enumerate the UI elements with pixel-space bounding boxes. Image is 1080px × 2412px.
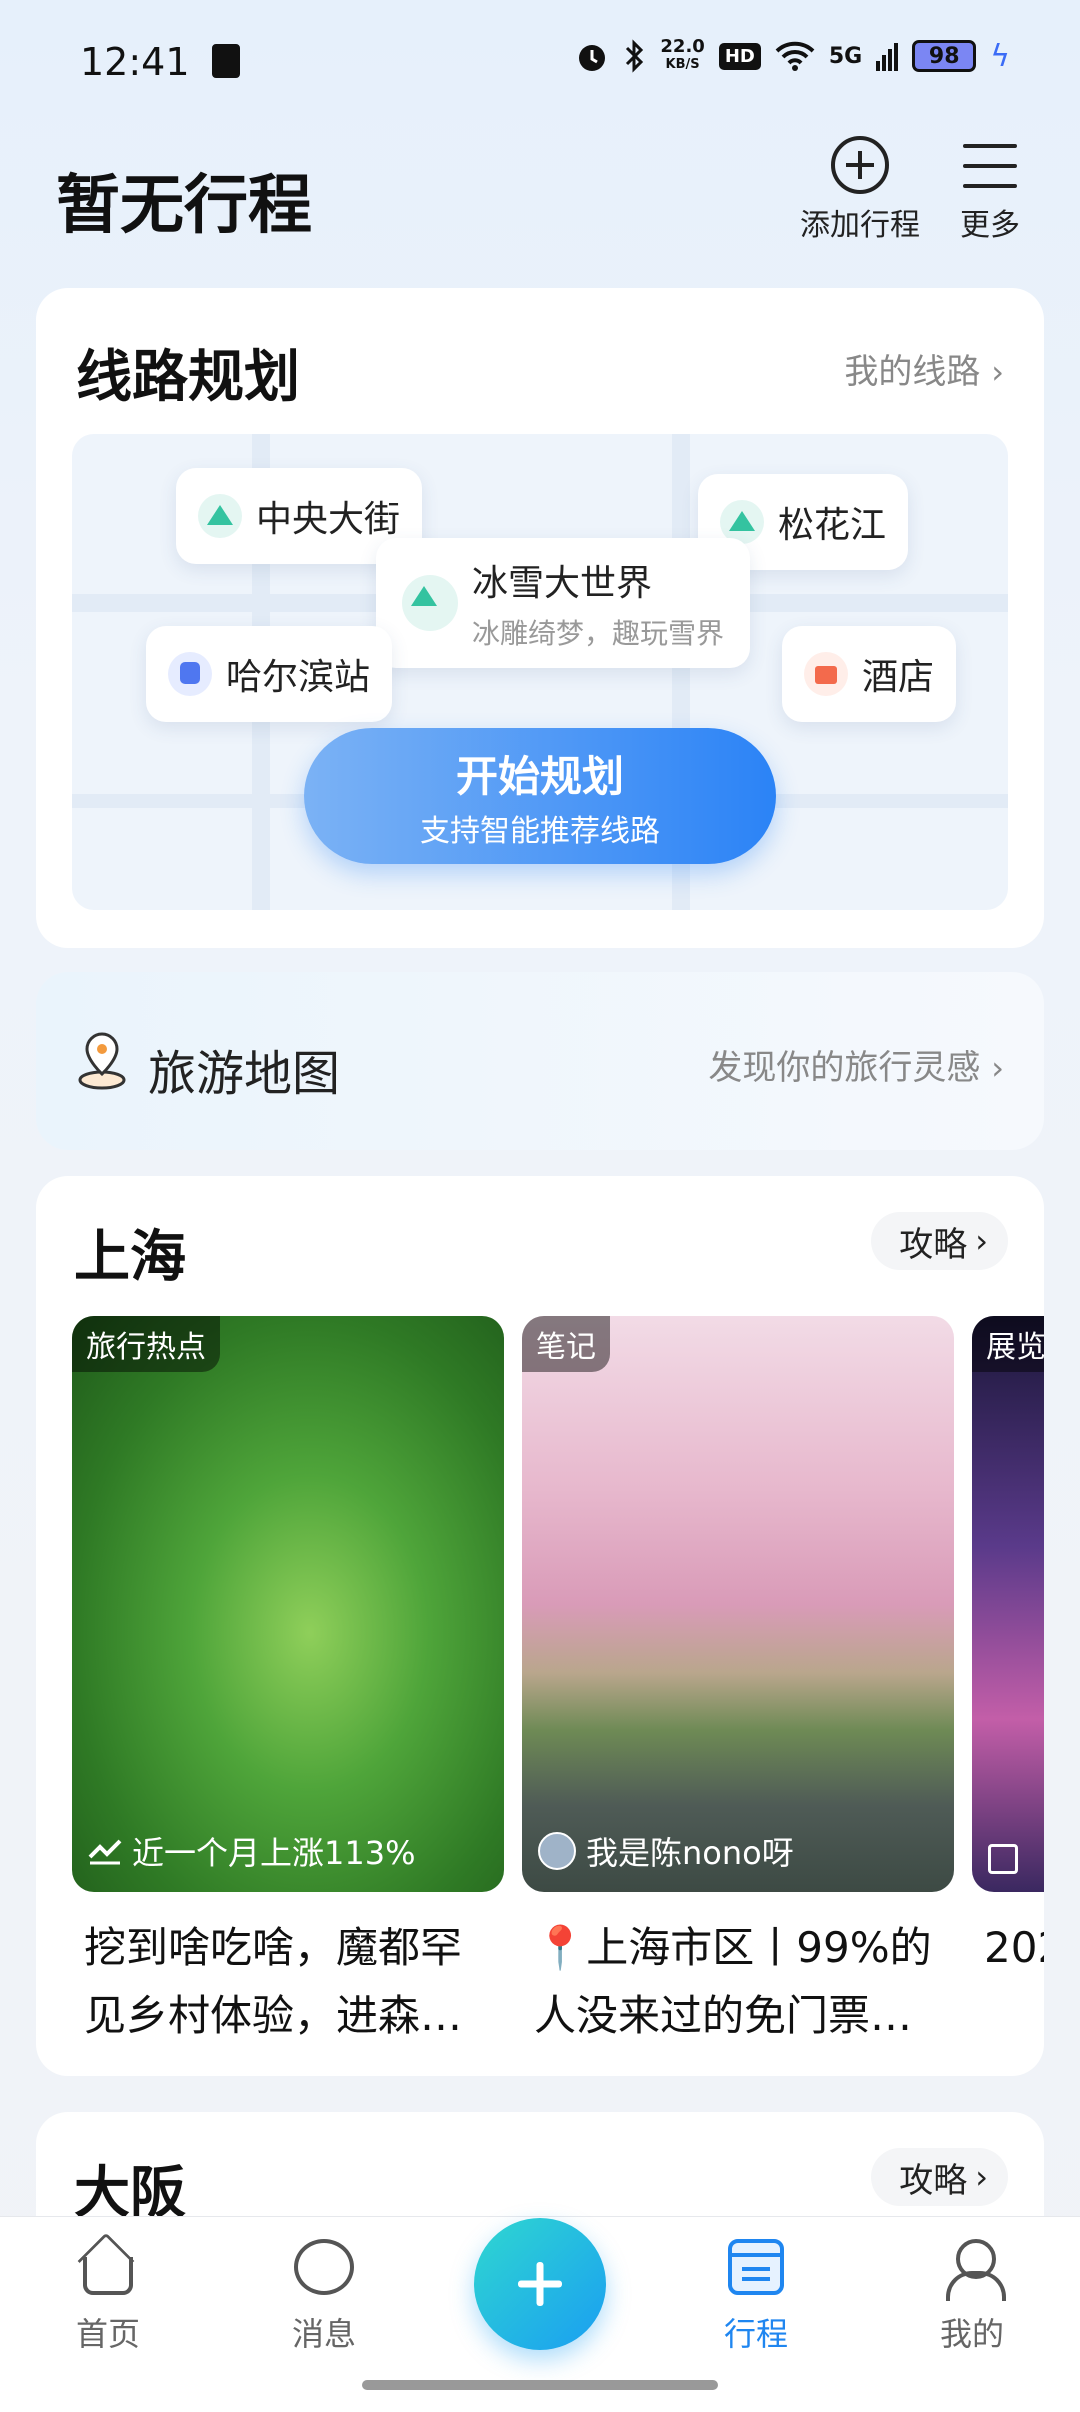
status-time: 12:41 <box>80 40 190 84</box>
more-button[interactable]: 更多 <box>960 136 1020 244</box>
alarm-icon <box>579 45 606 71</box>
hotel-icon <box>804 652 848 696</box>
tab-me[interactable]: 我的 <box>912 2239 1032 2355</box>
add-trip-label: 添加行程 <box>800 208 920 243</box>
feed-card[interactable]: 笔记 我是陈nono呀 📍上海市区丨99%的人没来过的免门票樱... <box>522 1316 954 2036</box>
tab-trips[interactable]: 行程 <box>696 2239 816 2355</box>
bluetooth-icon <box>626 39 644 73</box>
add-fab-button[interactable] <box>474 2218 606 2350</box>
tour-map-link[interactable]: 发现你的旅行灵感 › <box>708 1040 1004 1089</box>
message-icon <box>294 2239 354 2299</box>
pin-harbin-station[interactable]: 哈尔滨站 <box>146 626 393 722</box>
more-label: 更多 <box>960 208 1020 243</box>
net-speed: 22.0 KB/S <box>660 36 705 73</box>
feed-image: 旅行热点 近一个月上涨113% <box>72 1316 504 1892</box>
start-planning-button[interactable]: 开始规划 支持智能推荐线路 <box>304 728 776 864</box>
location-pin-icon <box>78 1032 126 1090</box>
page-header: 暂无行程 添加行程 更多 <box>0 124 1080 274</box>
tab-home[interactable]: 首页 <box>48 2239 168 2355</box>
feed-image: 展览 <box>972 1316 1044 1892</box>
home-icon <box>78 2239 138 2299</box>
feed-tag: 旅行热点 <box>72 1316 220 1372</box>
chevron-right-icon: › <box>991 353 1004 391</box>
scenic-spot-icon <box>402 575 458 631</box>
phone-icon <box>212 44 240 78</box>
content-feed: 旅行热点 近一个月上涨113% 挖到啥吃啥，魔都罕见乡村体验，进森林... 笔记… <box>72 1316 1044 2036</box>
city-name: 上海 <box>74 1225 186 1290</box>
menu-icon <box>963 144 1017 188</box>
chevron-right-icon: › <box>975 1222 988 1260</box>
add-trip-button[interactable]: 添加行程 <box>800 136 920 244</box>
plus-icon <box>518 2262 562 2306</box>
pin-hotel[interactable]: 酒店 <box>782 626 957 722</box>
feed-tag: 笔记 <box>522 1316 610 1372</box>
add-circle-icon <box>831 136 889 194</box>
chevron-right-icon: › <box>991 1049 1004 1087</box>
avatar <box>538 1832 576 1870</box>
feed-tag: 展览 <box>972 1316 1044 1372</box>
chevron-right-icon: › <box>975 2158 988 2196</box>
status-bar: 12:41 22.0 KB/S HD 5G 98 ϟ <box>0 0 1080 124</box>
charging-icon: ϟ <box>990 38 1010 74</box>
trend-info: 近一个月上涨113% <box>88 1828 416 1874</box>
author-info: 我是陈nono呀 <box>538 1828 794 1874</box>
calendar-icon <box>726 2239 786 2299</box>
status-icons: 22.0 KB/S HD 5G 98 ϟ <box>574 38 1010 74</box>
hd-badge: HD <box>718 42 761 70</box>
pin-ice-world[interactable]: 冰雪大世界 冰雕绮梦，趣玩雪界 <box>376 538 751 668</box>
user-icon <box>942 2239 1006 2301</box>
feed-title: 挖到啥吃啥，魔都罕见乡村体验，进森林... <box>84 1923 463 2036</box>
feed-title: 📍上海市区丨99%的人没来过的免门票樱... <box>534 1923 932 2036</box>
city-card-shanghai: 上海 攻略 › 旅行热点 近一个月上涨113% 挖到啥吃啥，魔都罕见乡村体验，进… <box>36 1176 1044 2076</box>
calendar-icon <box>988 1844 1018 1874</box>
feed-card[interactable]: 展览 202 <box>972 1316 1044 2036</box>
route-planning-title: 线路规划 <box>76 345 300 410</box>
feed-title: 202 <box>984 1923 1044 1972</box>
feed-card[interactable]: 旅行热点 近一个月上涨113% 挖到啥吃啥，魔都罕见乡村体验，进森林... <box>72 1316 504 2036</box>
signal-icon <box>876 43 899 71</box>
event-info <box>988 1844 1018 1874</box>
train-icon <box>168 652 212 696</box>
feed-image: 笔记 我是陈nono呀 <box>522 1316 954 1892</box>
guide-button[interactable]: 攻略 › <box>871 2148 1008 2206</box>
my-routes-link[interactable]: 我的线路 › <box>844 344 1004 393</box>
battery-indicator: 98 <box>912 40 977 72</box>
tab-messages[interactable]: 消息 <box>264 2239 384 2355</box>
tour-map-title: 旅游地图 <box>148 1046 341 1102</box>
home-indicator[interactable] <box>362 2380 718 2390</box>
tour-map-card[interactable]: 旅游地图 发现你的旅行灵感 › <box>36 972 1044 1150</box>
wifi-icon <box>775 41 815 71</box>
scenic-spot-icon <box>198 494 242 538</box>
page-title: 暂无行程 <box>56 169 312 243</box>
trending-icon <box>88 1839 122 1865</box>
route-planning-card: 线路规划 我的线路 › 中央大街 松花江 冰雪大世界 冰雕绮梦，趣玩雪界 哈尔滨… <box>36 288 1044 948</box>
signal-label: 5G <box>828 43 863 69</box>
guide-button[interactable]: 攻略 › <box>871 1212 1008 1270</box>
